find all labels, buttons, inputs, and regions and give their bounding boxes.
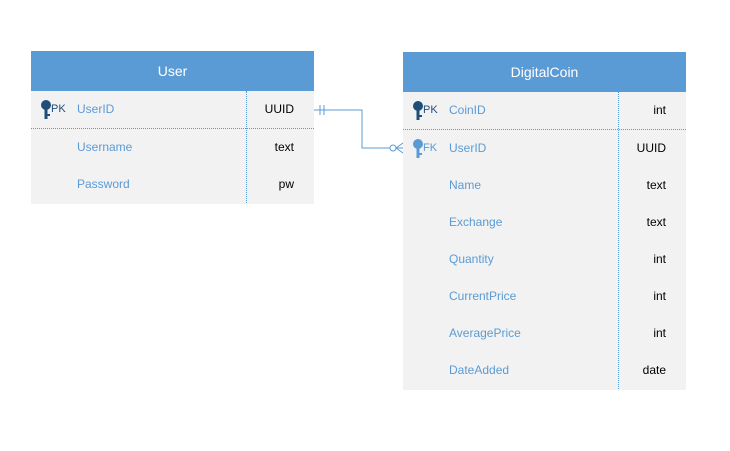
attribute-type: UUID [636, 141, 666, 155]
attribute-type: int [653, 289, 666, 303]
attribute-name: Password [77, 177, 130, 191]
digitalcoin-entity-title: DigitalCoin [403, 52, 686, 92]
primary-key-label: PK [423, 104, 438, 116]
attribute-name: CoinID [449, 103, 486, 117]
user-row-userid[interactable]: PK UserID UUID [31, 91, 314, 129]
digitalcoin-entity[interactable]: DigitalCoin PK CoinID int FK UserID UUID… [403, 52, 686, 390]
digitalcoin-row-currentprice[interactable]: CurrentPrice int [403, 278, 686, 315]
digitalcoin-row-coinid[interactable]: PK CoinID int [403, 92, 686, 130]
attribute-name: Name [449, 178, 482, 192]
digitalcoin-attribute-list: PK CoinID int FK UserID UUID Name text E… [403, 92, 686, 389]
attribute-name: Username [77, 140, 133, 154]
user-entity[interactable]: User PK UserID UUID Username text Passwo… [31, 51, 314, 204]
attribute-type: text [274, 140, 294, 154]
user-attribute-list: PK UserID UUID Username text Password pw [31, 91, 314, 203]
digitalcoin-row-averageprice[interactable]: AveragePrice int [403, 315, 686, 352]
attribute-type: text [646, 178, 666, 192]
foreign-key-label: FK [423, 142, 438, 154]
digitalcoin-row-exchange[interactable]: Exchange text [403, 204, 686, 241]
digitalcoin-row-quantity[interactable]: Quantity int [403, 241, 686, 278]
zero-marker-circle [389, 144, 397, 152]
relationship-line [314, 109, 403, 149]
attribute-name: Quantity [449, 252, 494, 266]
digitalcoin-row-name[interactable]: Name text [403, 167, 686, 204]
user-entity-title: User [31, 51, 314, 91]
digitalcoin-row-userid[interactable]: FK UserID UUID [403, 130, 686, 167]
attribute-name: UserID [449, 141, 487, 155]
attribute-name: Exchange [449, 215, 503, 229]
attribute-name: AveragePrice [449, 326, 521, 340]
digitalcoin-row-dateadded[interactable]: DateAdded date [403, 352, 686, 389]
attribute-name: CurrentPrice [449, 289, 517, 303]
attribute-type: int [653, 252, 666, 266]
attribute-name: DateAdded [449, 363, 510, 377]
primary-key-label: PK [51, 103, 66, 115]
attribute-type: text [646, 215, 666, 229]
attribute-name: UserID [77, 102, 115, 116]
attribute-type: int [653, 326, 666, 340]
crowfoot-lower [395, 147, 404, 154]
attribute-type: UUID [264, 102, 294, 116]
attribute-type: date [642, 363, 666, 377]
user-row-password[interactable]: Password pw [31, 166, 314, 203]
crowfoot-upper [395, 142, 404, 149]
attribute-type: pw [278, 177, 294, 191]
attribute-type: int [653, 103, 666, 117]
user-row-username[interactable]: Username text [31, 129, 314, 166]
